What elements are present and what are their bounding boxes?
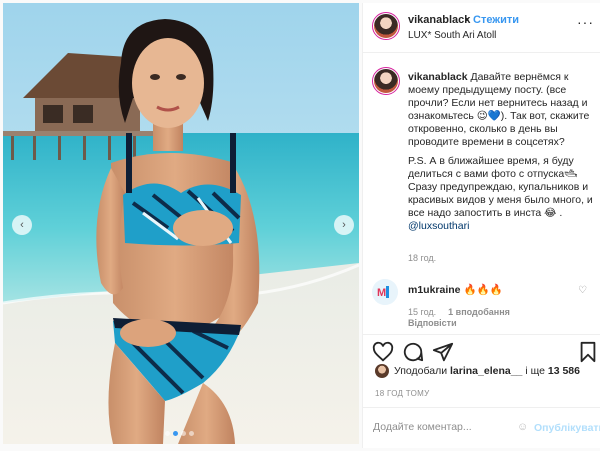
comment-timestamp: 15 год. bbox=[408, 307, 437, 317]
likes-text: Уподобали larina_elena__ і ще 13 586 bbox=[394, 365, 580, 377]
carousel-indicator bbox=[165, 431, 194, 436]
liker-avatar[interactable] bbox=[375, 364, 389, 378]
bookmark-icon[interactable] bbox=[577, 341, 599, 363]
post-comment-button[interactable]: Опублікувати bbox=[534, 422, 600, 434]
carousel-dot bbox=[165, 431, 170, 436]
comment-icon[interactable] bbox=[402, 341, 424, 363]
comment-text: 🔥🔥🔥 bbox=[463, 284, 503, 296]
post-photo[interactable]: ‹ › bbox=[3, 3, 359, 444]
comments-section: vikanablack Давайте вернёмся к моему пре… bbox=[363, 54, 600, 334]
author-username[interactable]: vikanablack bbox=[408, 14, 470, 26]
comment-input[interactable] bbox=[373, 418, 523, 436]
commenter-avatar[interactable]: M bbox=[372, 279, 398, 305]
post-side-panel: vikanablack • Стежити LUX* South Ari Ato… bbox=[362, 3, 600, 448]
commenter-username[interactable]: m1ukraine bbox=[408, 284, 461, 296]
caption-author-avatar[interactable] bbox=[372, 67, 400, 95]
chevron-right-icon: › bbox=[342, 219, 346, 231]
likes-suffix: і ще bbox=[525, 365, 545, 377]
like-icon[interactable] bbox=[372, 341, 394, 363]
likes-count[interactable]: 13 586 bbox=[548, 365, 580, 377]
share-icon[interactable] bbox=[432, 341, 454, 363]
beach-photo-illustration bbox=[3, 3, 359, 444]
author-avatar[interactable] bbox=[372, 12, 400, 40]
carousel-dot bbox=[189, 431, 194, 436]
post-caption: vikanablack Давайте вернёмся к моему пре… bbox=[408, 71, 594, 233]
comment-likes-count[interactable]: 1 вподобання bbox=[448, 307, 510, 317]
caption-timestamp: 18 год. bbox=[408, 253, 437, 263]
liker-username[interactable]: larina_elena__ bbox=[450, 365, 522, 377]
svg-text:M: M bbox=[377, 287, 386, 299]
separator-dot: • bbox=[465, 14, 469, 26]
more-options-icon[interactable]: ··· bbox=[577, 14, 594, 30]
carousel-dot-active bbox=[173, 431, 178, 436]
comment-like-icon[interactable]: ♡ bbox=[578, 285, 587, 296]
follow-button[interactable]: Стежити bbox=[473, 14, 519, 26]
caption-username[interactable]: vikanablack bbox=[408, 71, 468, 83]
likes-summary: Уподобали larina_elena__ і ще 13 586 bbox=[363, 363, 600, 385]
comment-meta: 15 год. 1 вподобання bbox=[408, 307, 510, 317]
comment-body: m1ukraine 🔥🔥🔥 bbox=[408, 283, 503, 296]
emoji-icon[interactable]: ☺ bbox=[517, 421, 528, 433]
next-slide-button[interactable]: › bbox=[334, 215, 354, 235]
likes-prefix: Уподобали bbox=[394, 365, 448, 377]
chevron-left-icon: ‹ bbox=[20, 219, 24, 231]
comment-reply-button[interactable]: Відповісти bbox=[408, 318, 457, 328]
post-timestamp: 18 ГОД ТОМУ bbox=[375, 389, 430, 398]
add-comment-bar: ☺ Опублікувати bbox=[363, 407, 600, 448]
carousel-dot bbox=[181, 431, 186, 436]
caption-text-part2: P.S. А в ближайшее время, я буду делитьс… bbox=[408, 155, 593, 219]
caption-mention-link[interactable]: @luxsouthari bbox=[408, 220, 469, 232]
previous-slide-button[interactable]: ‹ bbox=[12, 215, 32, 235]
post-header: vikanablack • Стежити LUX* South Ari Ato… bbox=[363, 3, 600, 53]
post-location[interactable]: LUX* South Ari Atoll bbox=[408, 30, 496, 41]
instagram-post-modal: ‹ › vikanablack • Стежити LUX* South Ari… bbox=[0, 0, 600, 451]
